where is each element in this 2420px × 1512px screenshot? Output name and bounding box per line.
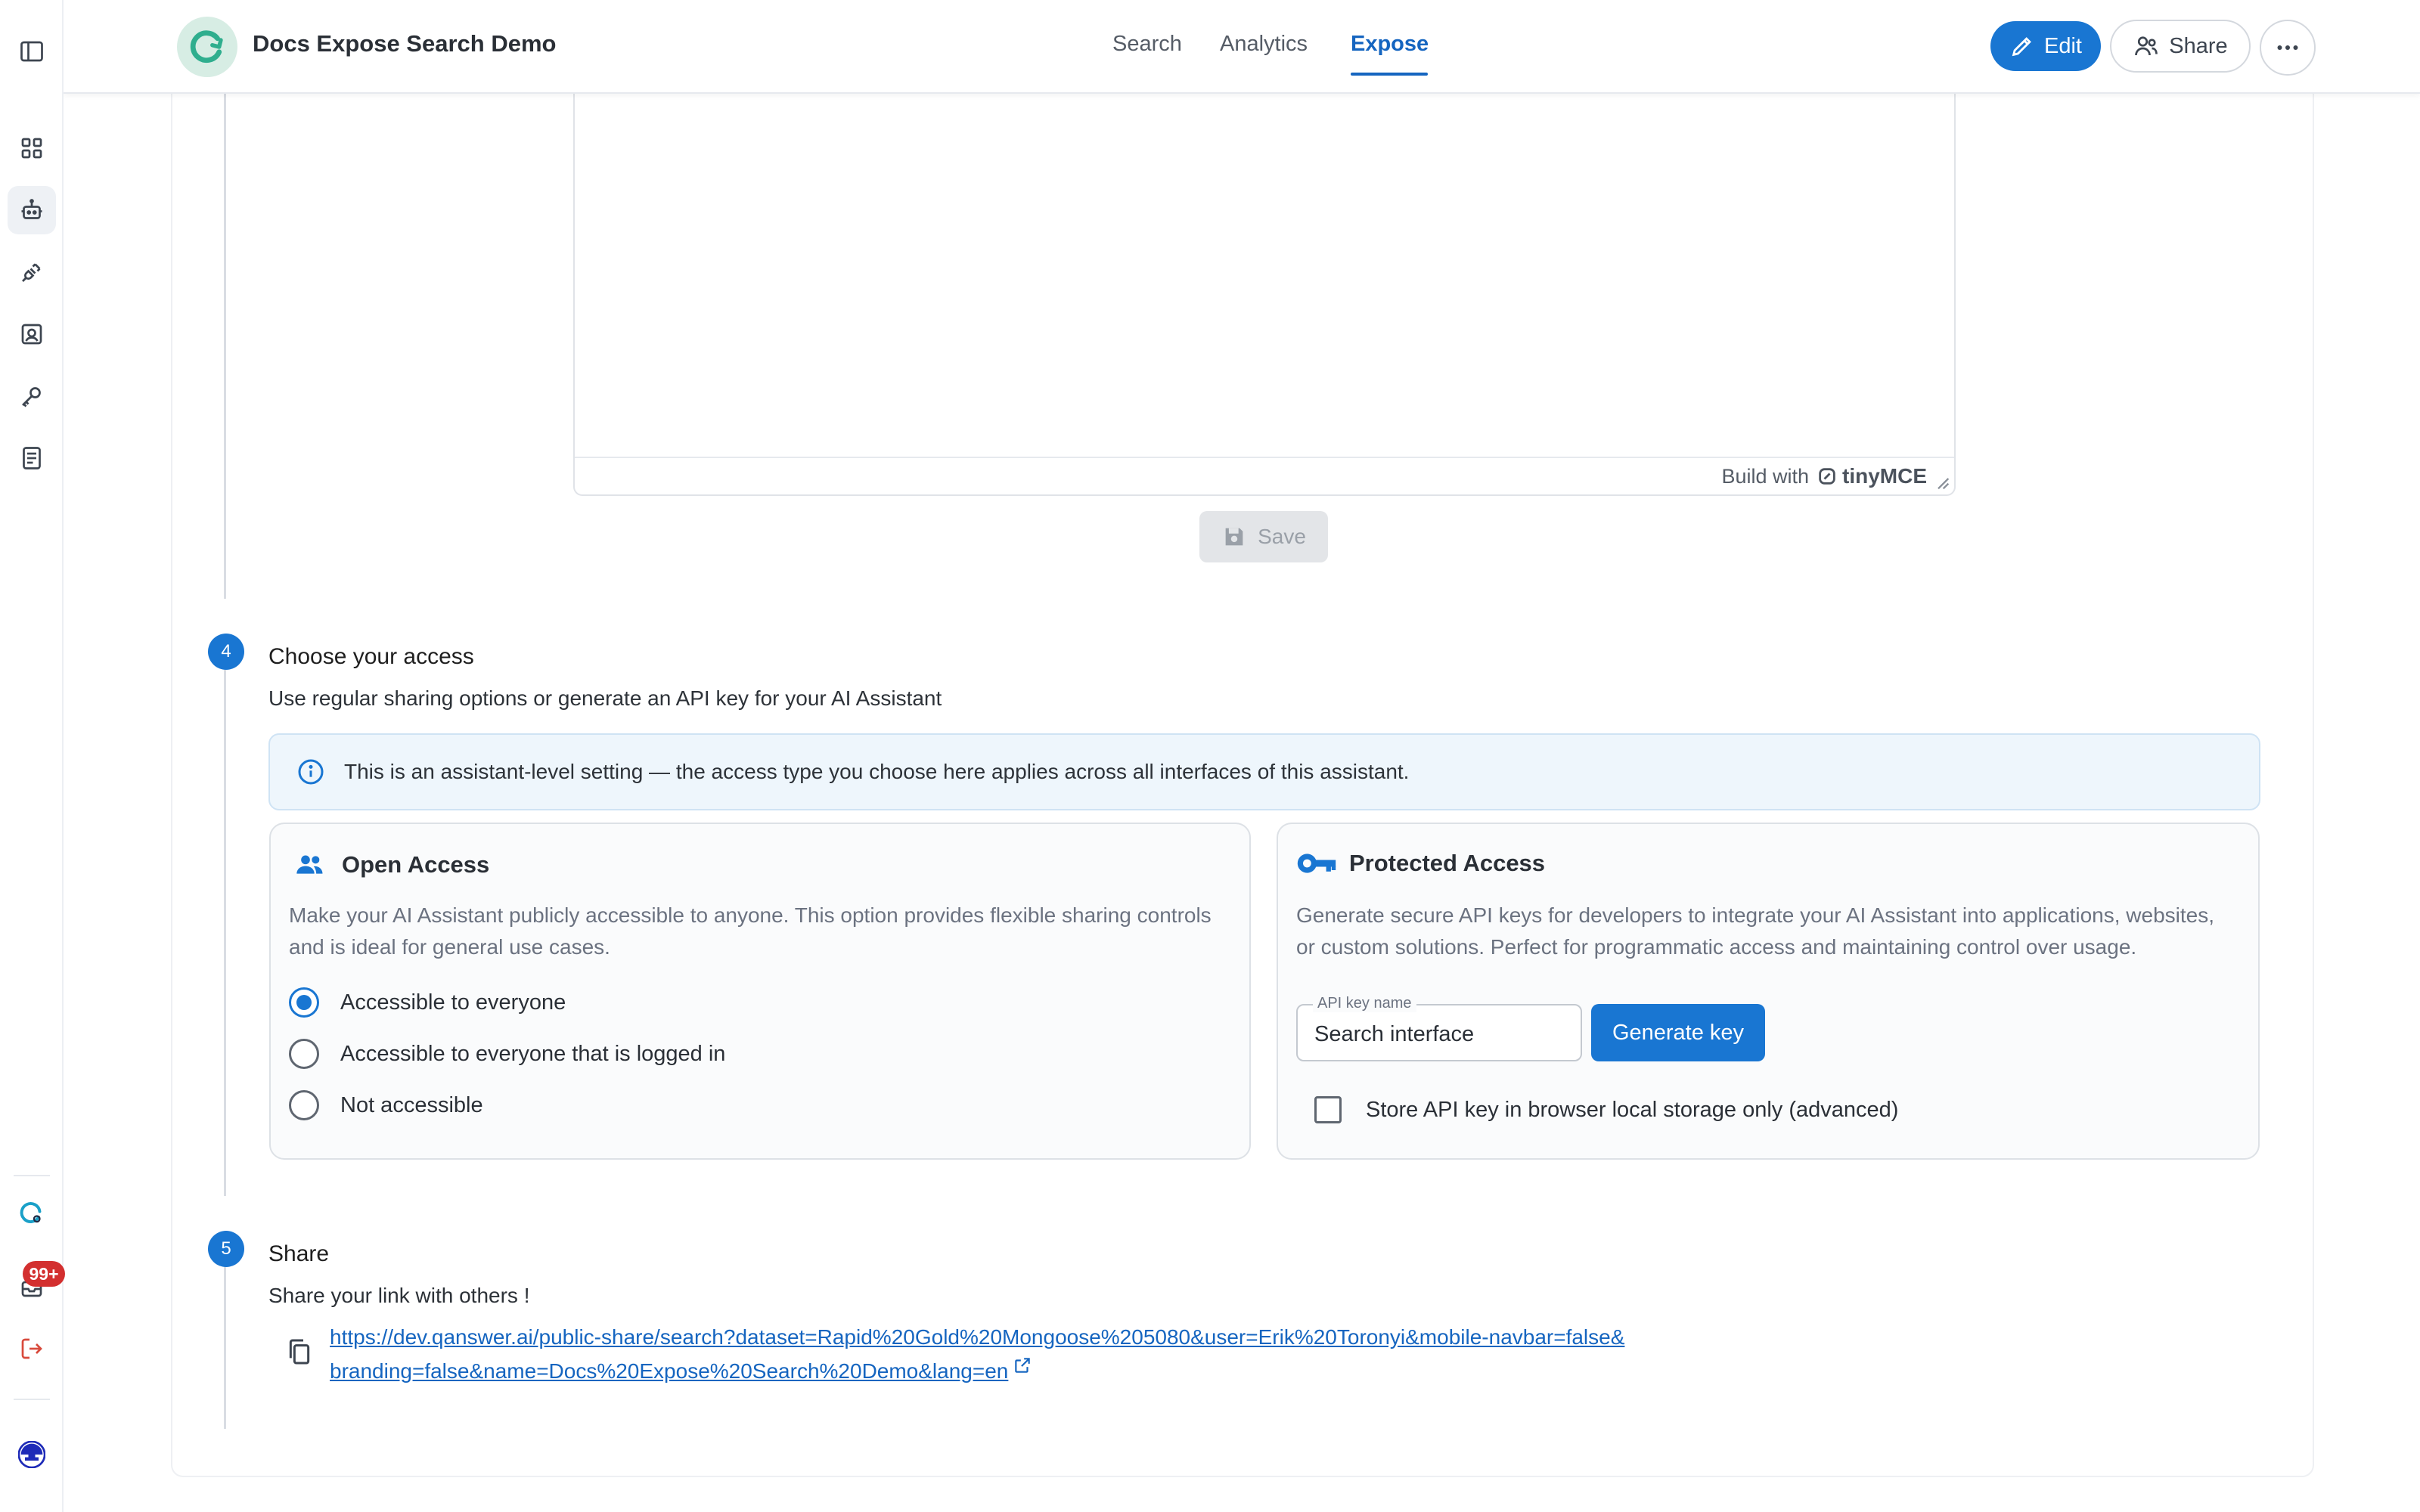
step-4-number: 4	[208, 634, 244, 670]
branding-prefix: Build with	[1721, 464, 1809, 488]
robot-icon[interactable]	[8, 186, 56, 234]
branding-name: tinyMCE	[1842, 464, 1927, 488]
plug-icon[interactable]	[8, 248, 56, 296]
editor-statusbar: Build with tinyMCE	[575, 457, 1954, 494]
app-title: Docs Expose Search Demo	[253, 30, 557, 57]
avatar[interactable]	[3, 1426, 60, 1483]
radio-accessible-logged-in[interactable]: Accessible to everyone that is logged in	[289, 1039, 725, 1069]
protected-access-card: Protected Access Generate secure API key…	[1277, 823, 2260, 1160]
api-key-name-label: API key name	[1313, 995, 1416, 1012]
generate-key-button[interactable]: Generate key	[1591, 1004, 1765, 1061]
grid-icon[interactable]	[8, 124, 56, 172]
notification-badge: 99+	[23, 1261, 65, 1287]
step-5-number: 5	[208, 1231, 244, 1267]
open-access-title: Open Access	[342, 851, 490, 878]
step-4-title: Choose your access	[268, 644, 474, 669]
edit-label: Edit	[2044, 33, 2082, 58]
open-access-description: Make your AI Assistant publicly accessib…	[289, 903, 1212, 959]
key-icon[interactable]	[8, 372, 56, 420]
left-rail: 99+	[0, 0, 65, 1512]
top-header: Docs Expose Search Demo Search Analytics…	[64, 0, 2420, 94]
radio-button[interactable]	[289, 1090, 319, 1120]
floppy-disk-icon	[1225, 528, 1243, 546]
protected-access-description: Generate secure API keys for developers …	[1296, 903, 2214, 959]
step-5-subtitle: Share your link with others !	[268, 1284, 530, 1307]
share-link[interactable]: https://dev.qanswer.ai/public-share/sear…	[330, 1320, 1630, 1388]
tinymce-logo-icon	[1819, 468, 1835, 485]
store-api-key-checkbox[interactable]	[1314, 1096, 1342, 1123]
logout-icon[interactable]	[8, 1325, 56, 1373]
share-button[interactable]: Share	[2110, 20, 2251, 73]
protected-access-title: Protected Access	[1349, 850, 1546, 876]
more-options-button[interactable]	[2260, 20, 2316, 76]
qanswer-logo-icon[interactable]	[8, 1188, 56, 1237]
save-label: Save	[1258, 525, 1306, 548]
radio-button-selected[interactable]	[289, 987, 319, 1018]
app-logo-icon	[177, 17, 237, 77]
document-icon[interactable]	[8, 434, 56, 482]
users-icon	[2135, 36, 2158, 56]
store-api-key-option[interactable]: Store API key in browser local storage o…	[1314, 1096, 1898, 1123]
scan-icon[interactable]	[8, 310, 56, 358]
resize-handle-icon[interactable]	[1934, 475, 1950, 490]
tab-search[interactable]: Search	[1112, 32, 1182, 57]
radio-not-accessible[interactable]: Not accessible	[289, 1090, 483, 1120]
store-api-key-label: Store API key in browser local storage o…	[1366, 1097, 1899, 1122]
radio-button[interactable]	[289, 1039, 319, 1069]
save-button[interactable]: Save	[1199, 511, 1328, 562]
radio-label: Accessible to everyone that is logged in	[340, 1041, 726, 1066]
radio-label: Accessible to everyone	[340, 990, 566, 1015]
share-link-text[interactable]: https://dev.qanswer.ai/public-share/sear…	[330, 1325, 1624, 1383]
info-alert: This is an assistant-level setting — the…	[268, 733, 2260, 810]
share-link-row: https://dev.qanswer.ai/public-share/sear…	[284, 1320, 1630, 1388]
info-icon	[298, 759, 324, 785]
stepper-line	[224, 94, 226, 599]
active-tab-indicator	[1351, 73, 1428, 76]
share-label: Share	[2169, 33, 2228, 58]
open-access-card: Open Access Make your AI Assistant publi…	[269, 823, 1251, 1160]
pencil-icon	[2012, 37, 2031, 57]
tinymce-brand[interactable]: tinyMCE	[1817, 464, 1927, 488]
tab-analytics[interactable]: Analytics	[1220, 32, 1308, 57]
info-text: This is an assistant-level setting — the…	[344, 760, 1410, 783]
radio-accessible-everyone[interactable]: Accessible to everyone	[289, 987, 566, 1018]
external-link-icon	[1015, 1358, 1031, 1373]
tab-expose[interactable]: Expose	[1351, 32, 1429, 57]
copy-icon[interactable]	[284, 1337, 315, 1367]
group-icon	[296, 855, 323, 874]
panel-toggle-icon[interactable]	[8, 27, 56, 76]
api-key-name-field[interactable]: API key name Search interface	[1296, 995, 1582, 1061]
rail-divider	[14, 1175, 50, 1176]
stepper-line	[224, 1267, 226, 1429]
vpn-key-icon	[1297, 854, 1336, 873]
step-4-subtitle: Use regular sharing options or generate …	[268, 686, 942, 710]
rail-divider	[14, 1399, 50, 1400]
api-key-name-input[interactable]: Search interface	[1314, 1022, 1474, 1047]
more-horizontal-icon	[2277, 45, 2298, 50]
radio-label: Not accessible	[340, 1092, 483, 1117]
protected-access-header: Protected Access	[1296, 850, 1545, 877]
edit-button[interactable]: Edit	[1990, 21, 2101, 71]
rich-text-editor[interactable]: Build with tinyMCE	[573, 83, 1956, 496]
stepper-line	[224, 670, 226, 1196]
step-5-title: Share	[268, 1241, 330, 1266]
open-access-header: Open Access	[289, 850, 489, 880]
